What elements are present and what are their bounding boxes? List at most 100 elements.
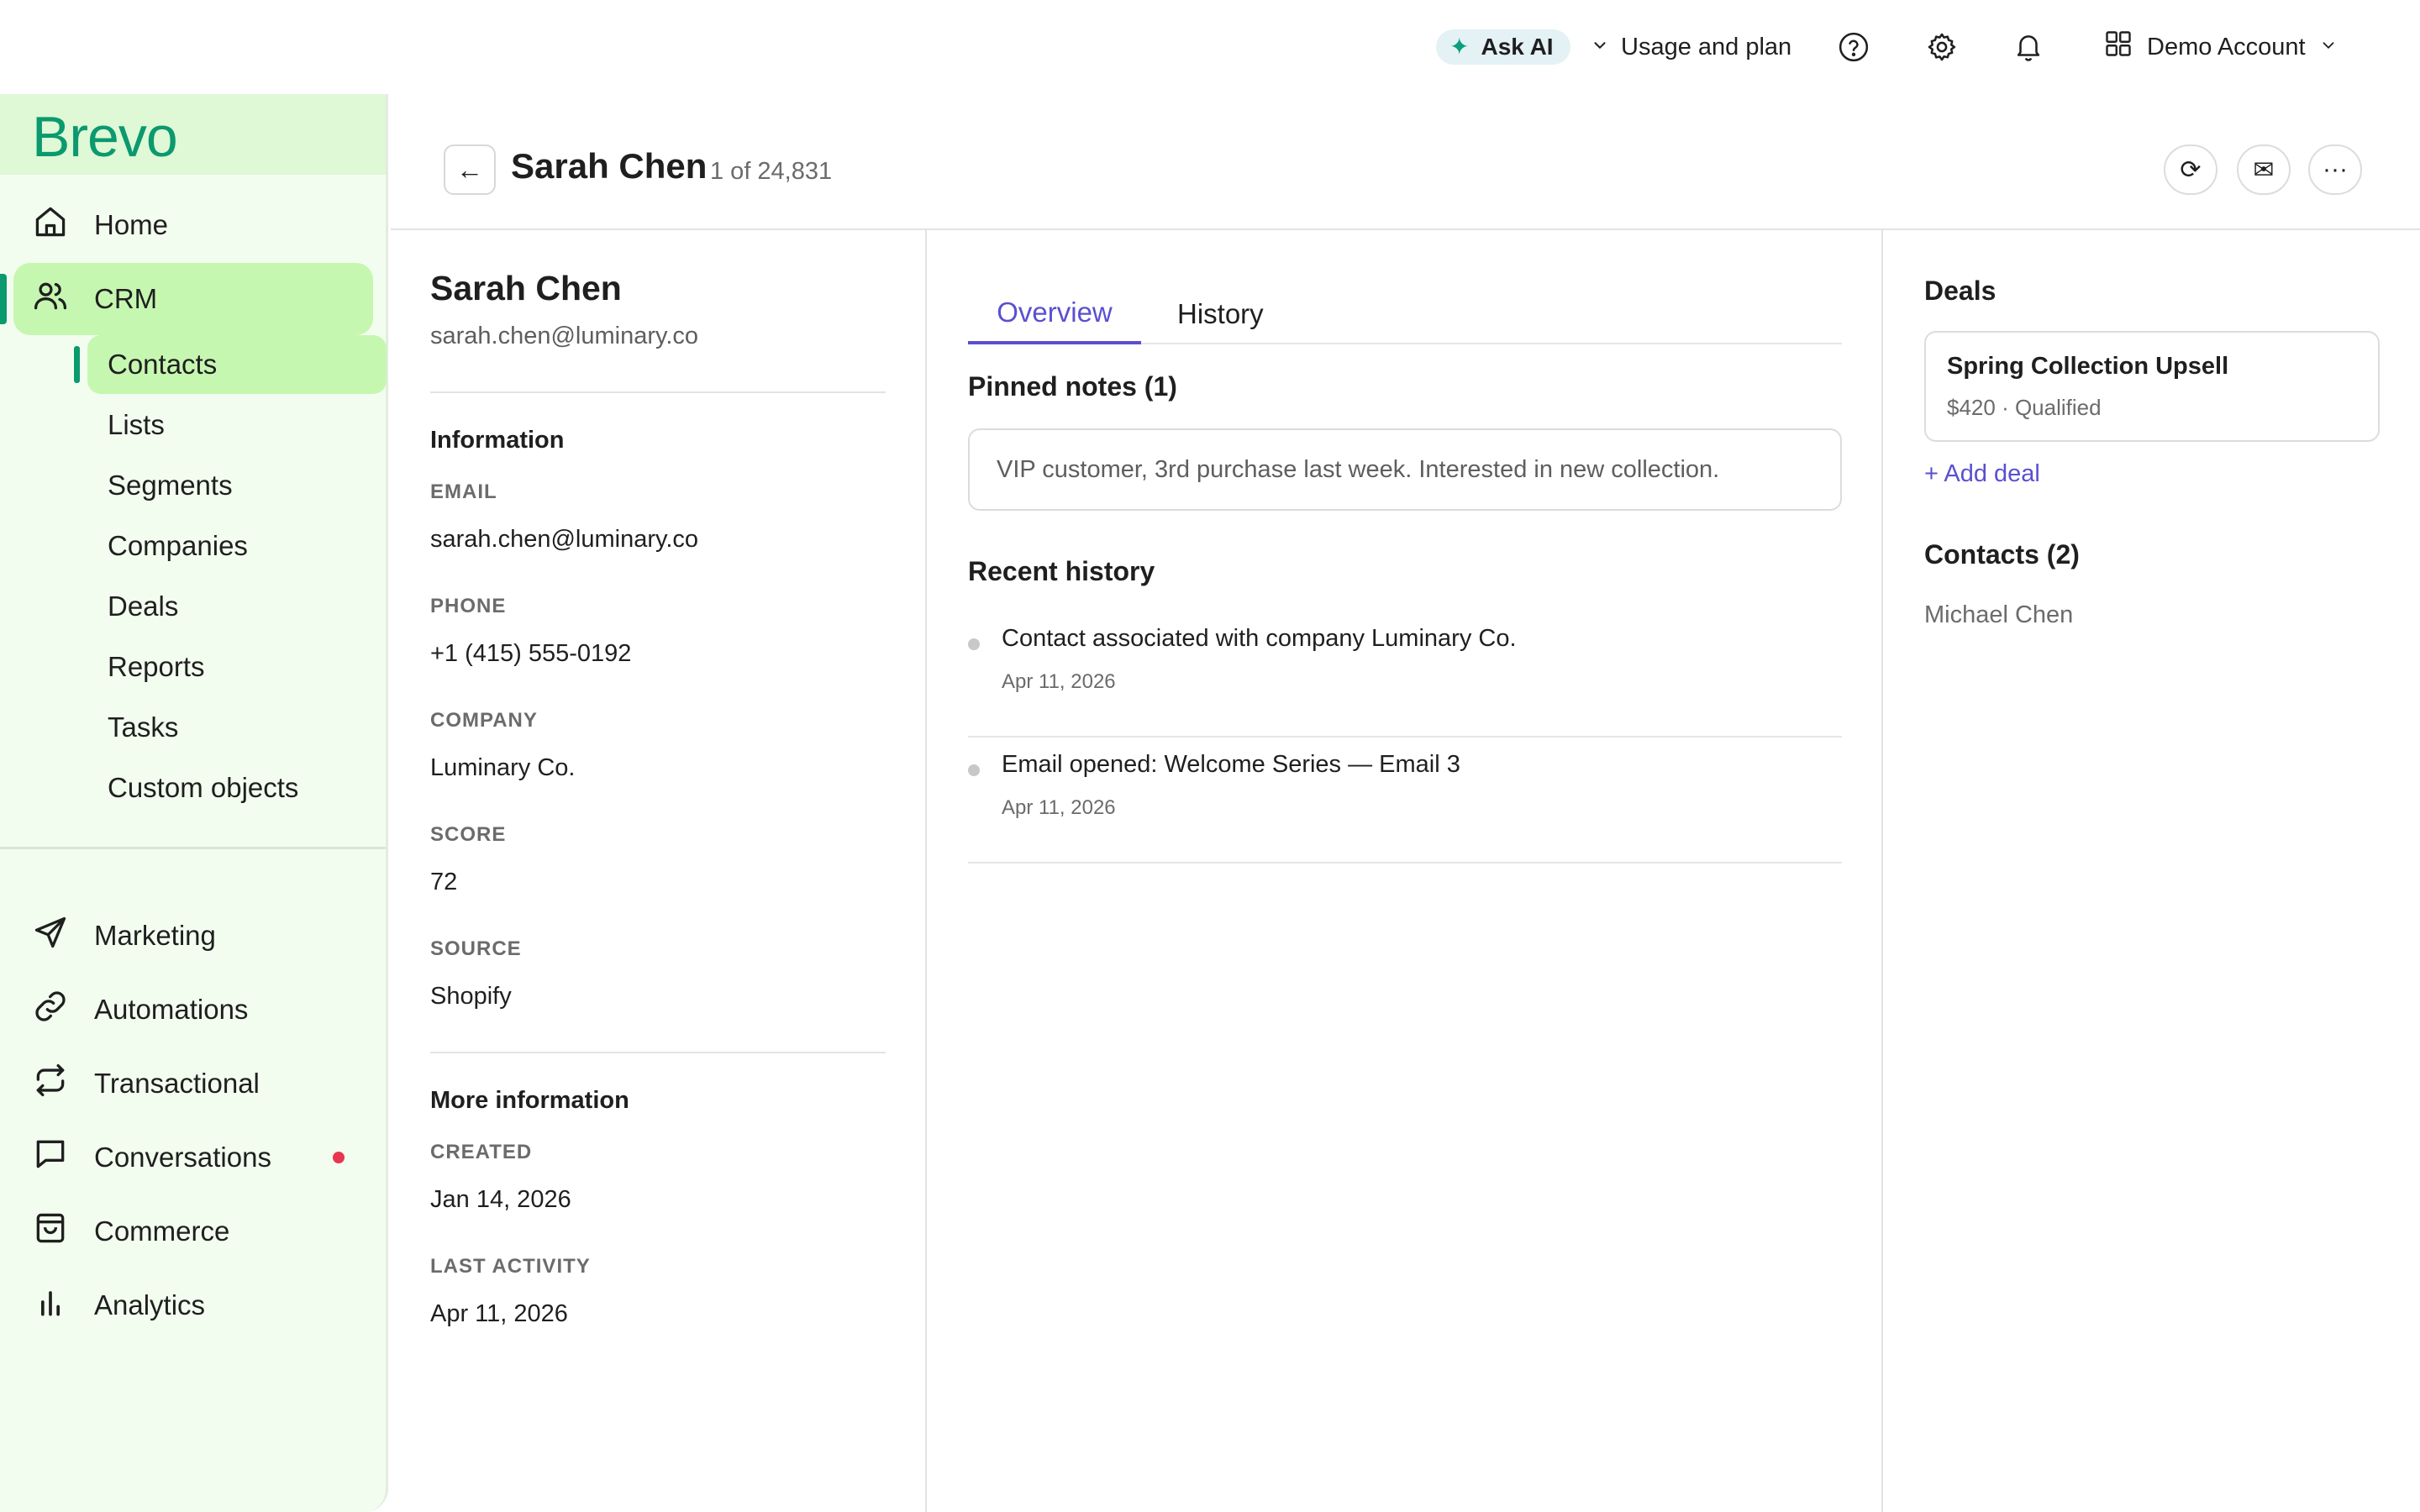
sidebar-item-automations[interactable]: Automations xyxy=(32,984,248,1035)
contact-email: sarah.chen@luminary.co xyxy=(430,323,699,349)
history-item: Contact associated with company Luminary… xyxy=(968,612,1842,738)
email-button[interactable]: ✉ xyxy=(2237,144,2291,195)
field-value-score[interactable]: 72 xyxy=(430,869,457,896)
overview-panel: Overview History Pinned notes (1) VIP cu… xyxy=(927,230,1883,1512)
sparkle-icon: ✦ xyxy=(1449,34,1470,60)
sidebar-item-crm[interactable]: CRM xyxy=(32,274,157,324)
sidebar-item-commerce[interactable]: Commerce xyxy=(32,1206,229,1257)
ask-ai-button[interactable]: ✦ Ask AI xyxy=(1436,29,1570,65)
sidebar-item-label: Analytics xyxy=(94,1289,206,1320)
shopping-bag-icon xyxy=(32,1210,69,1253)
sidebar-item-analytics[interactable]: Analytics xyxy=(32,1280,205,1331)
field-label-last-activity: LAST ACTIVITY xyxy=(430,1255,591,1278)
chat-icon xyxy=(32,1136,69,1179)
sidebar-divider xyxy=(0,847,386,849)
field-value-last-activity: Apr 11, 2026 xyxy=(430,1300,568,1327)
timeline-dot xyxy=(968,638,980,650)
divider xyxy=(430,1052,886,1053)
page-title: Sarah Chen xyxy=(511,146,708,186)
sidebar-subitem-lists[interactable]: Lists xyxy=(108,402,165,449)
send-icon xyxy=(32,914,69,958)
record-position: 1 of 24,831 xyxy=(710,158,833,185)
pinned-notes-heading: Pinned notes (1) xyxy=(968,371,1177,402)
more-information-heading: More information xyxy=(430,1087,629,1114)
pinned-note-text: VIP customer, 3rd purchase last week. In… xyxy=(997,455,1720,483)
recent-history-heading: Recent history xyxy=(968,556,1155,586)
field-value-phone[interactable]: +1 (415) 555-0192 xyxy=(430,640,631,668)
repeat-icon xyxy=(32,1062,69,1105)
contact-name: Sarah Chen xyxy=(430,269,622,307)
field-label-email: EMAIL xyxy=(430,480,497,503)
usage-label: Usage and plan xyxy=(1621,33,1792,60)
sidebar-subitem-deals[interactable]: Deals xyxy=(108,583,178,630)
field-value-source[interactable]: Shopify xyxy=(430,983,512,1011)
top-bar: ✦ Ask AI Usage and plan Demo Account xyxy=(0,0,2420,94)
active-marker xyxy=(74,346,80,383)
tab-overview[interactable]: Overview xyxy=(968,284,1141,344)
bell-icon[interactable] xyxy=(2010,29,2047,66)
field-label-source: SOURCE xyxy=(430,937,522,960)
field-value-created: Jan 14, 2026 xyxy=(430,1186,571,1213)
sidebar-item-conversations[interactable]: Conversations xyxy=(32,1132,271,1183)
refresh-button[interactable]: ⟳ xyxy=(2164,144,2217,195)
divider xyxy=(430,391,886,393)
field-label-created: CREATED xyxy=(430,1141,533,1163)
field-value-email[interactable]: sarah.chen@luminary.co xyxy=(430,526,698,554)
sidebar-item-transactional[interactable]: Transactional xyxy=(32,1058,260,1109)
back-button[interactable]: ← xyxy=(444,144,496,195)
deals-heading: Deals xyxy=(1924,276,1996,306)
sidebar-subitem-custom-objects[interactable]: Custom objects xyxy=(108,764,298,811)
sidebar-item-marketing[interactable]: Marketing xyxy=(32,911,216,961)
sidebar-item-label: Commerce xyxy=(94,1215,230,1247)
usage-and-plan-button[interactable]: Usage and plan xyxy=(1591,29,1791,66)
deal-card[interactable]: Spring Collection Upsell $420 · Qualifie… xyxy=(1924,331,2380,442)
contacts-heading: Contacts (2) xyxy=(1924,539,2080,570)
field-label-company: COMPANY xyxy=(430,709,538,732)
sidebar-item-label: Transactional xyxy=(94,1068,260,1099)
history-date: Apr 11, 2026 xyxy=(1002,670,1116,693)
sidebar-item-label: Automations xyxy=(94,994,249,1025)
sidebar-subitem-tasks[interactable]: Tasks xyxy=(108,704,178,751)
contact-details-panel: Sarah Chen sarah.chen@luminary.co Inform… xyxy=(391,230,927,1512)
tab-history[interactable]: History xyxy=(1177,284,1264,344)
refresh-icon: ⟳ xyxy=(2180,155,2202,184)
contact-header: ← Sarah Chen 1 of 24,831 ⟳ ✉ ··· xyxy=(391,94,2420,230)
chevron-down-icon xyxy=(2319,34,2338,61)
sidebar-item-home[interactable]: Home xyxy=(32,200,168,250)
mail-icon: ✉ xyxy=(2253,155,2275,184)
brevo-logo[interactable]: Brevo xyxy=(32,104,178,170)
timeline-dot xyxy=(968,764,980,776)
deal-name: Spring Collection Upsell xyxy=(1947,353,2229,380)
add-deal-link[interactable]: + Add deal xyxy=(1924,460,2040,488)
deal-meta: $420 · Qualified xyxy=(1947,395,2102,420)
users-icon xyxy=(32,277,69,321)
grid-icon xyxy=(2103,29,2133,66)
arrow-left-icon: ← xyxy=(456,154,483,185)
logo-band: Brevo xyxy=(0,94,386,175)
chevron-down-icon xyxy=(1591,34,1609,61)
notification-dot xyxy=(333,1152,345,1163)
sidebar: Brevo Home CRM Contacts Lists Segments C… xyxy=(0,94,388,1512)
link-icon xyxy=(32,988,69,1032)
history-text: Contact associated with company Luminary… xyxy=(1002,625,1517,652)
information-heading: Information xyxy=(430,427,565,454)
history-text: Email opened: Welcome Series — Email 3 xyxy=(1002,751,1460,778)
sidebar-subitem-segments[interactable]: Segments xyxy=(108,462,233,509)
gear-icon[interactable] xyxy=(1923,29,1960,66)
history-date: Apr 11, 2026 xyxy=(1002,796,1116,819)
pinned-note[interactable]: VIP customer, 3rd purchase last week. In… xyxy=(968,428,1842,511)
help-icon[interactable] xyxy=(1835,29,1872,66)
more-actions-button[interactable]: ··· xyxy=(2308,144,2362,195)
account-menu[interactable]: Demo Account xyxy=(2103,29,2338,66)
related-contact-link[interactable]: Michael Chen xyxy=(1924,601,2073,629)
tab-bar: Overview History xyxy=(968,284,1842,344)
sidebar-subitem-contacts[interactable]: Contacts xyxy=(108,341,217,388)
sidebar-item-label: Marketing xyxy=(94,920,216,951)
field-value-company[interactable]: Luminary Co. xyxy=(430,754,575,782)
ask-ai-label: Ask AI xyxy=(1481,34,1554,60)
related-panel: Deals Spring Collection Upsell $420 · Qu… xyxy=(1883,230,2420,1512)
home-icon xyxy=(32,203,69,247)
field-label-phone: PHONE xyxy=(430,595,507,617)
sidebar-subitem-companies[interactable]: Companies xyxy=(108,522,248,570)
sidebar-subitem-reports[interactable]: Reports xyxy=(108,643,205,690)
